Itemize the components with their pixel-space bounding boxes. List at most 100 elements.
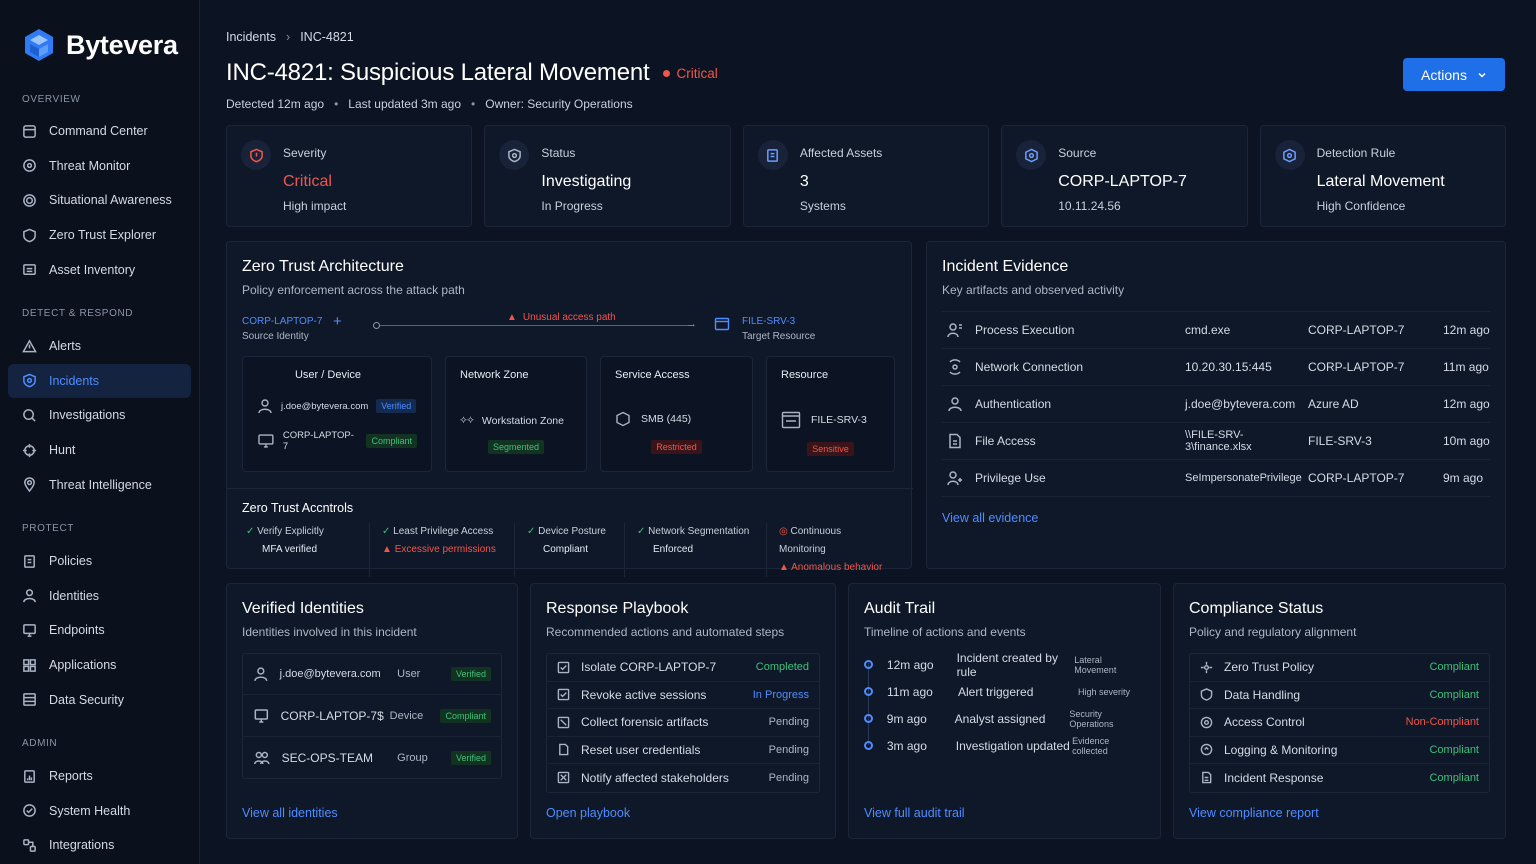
plus-icon[interactable]: + (333, 313, 342, 330)
compliance-row[interactable]: Data Handling Compliant (1190, 682, 1489, 709)
panel-title: Audit Trail (864, 600, 936, 617)
compliance-row[interactable]: Access Control Non-Compliant (1190, 709, 1489, 737)
control-name: Device Posture (538, 526, 606, 537)
control-sub: Compliant (543, 544, 589, 555)
nav-label: Situational Awareness (49, 193, 172, 208)
nav-data-security[interactable]: Data Security (8, 682, 191, 717)
nav-threat-monitor[interactable]: Threat Monitor (8, 149, 191, 184)
stat-affected-assets: Affected Assets 3 Systems (742, 125, 990, 227)
nav-endpoints[interactable]: Endpoints (8, 613, 191, 648)
nav-asset-inventory[interactable]: Asset Inventory (8, 252, 191, 287)
playbook-step[interactable]: Isolate CORP-LAPTOP-7 Completed (547, 654, 819, 682)
compliance-row[interactable]: Zero Trust Policy Compliant (1190, 654, 1489, 682)
evidence-row[interactable]: Process Execution cmd.exe CORP-LAPTOP-7 12m… (942, 312, 1490, 349)
nav-identities[interactable]: Identities (8, 579, 191, 614)
breadcrumb-parent[interactable]: Incidents (226, 30, 276, 44)
stat-detection-rule: Detection Rule Lateral Movement High Confi… (1259, 125, 1507, 227)
document-icon (1202, 771, 1212, 784)
panel-subtitle: Timeline of actions and events (864, 625, 1026, 639)
nav-hunt[interactable]: Hunt (8, 433, 191, 468)
evidence-type: File Access (975, 434, 1036, 448)
nav-reports[interactable]: Reports (8, 759, 191, 794)
nav-applications[interactable]: Applications (8, 648, 191, 683)
view-all-identities-link[interactable]: View all identities (242, 806, 338, 820)
compliance-name: Incident Response (1224, 770, 1324, 785)
nav-command-center[interactable]: Command Center (8, 114, 191, 149)
status-dot-icon (663, 69, 671, 77)
nav-incidents[interactable]: Incidents (8, 363, 191, 399)
panel-title: Incident Evidence (942, 258, 1069, 275)
updated-time: Last updated 3m ago (348, 97, 462, 111)
nav-situational-awareness[interactable]: Situational Awareness (8, 183, 191, 218)
compliance-row[interactable]: Incident Response Compliant (1190, 764, 1489, 792)
nav-zero-trust-explorer[interactable]: Zero Trust Explorer (8, 218, 191, 253)
bullet: • (471, 97, 476, 111)
target-host[interactable]: FILE-SRV-3 (742, 316, 795, 327)
step-status: Completed (755, 661, 809, 674)
path-start-dot (373, 322, 380, 329)
evidence-type: Authentication (975, 397, 1052, 411)
nav-integrations[interactable]: Integrations (8, 828, 191, 863)
playbook-step[interactable]: Revoke active sessions In Progress (547, 682, 819, 709)
evidence-host: CORP-LAPTOP-7 (1308, 471, 1405, 485)
compliance-panel: Compliance Status Policy and regulatory … (1173, 583, 1506, 839)
warning-icon: ▲ (507, 312, 517, 323)
playbook-step[interactable]: Notify affected stakeholders Pending (547, 764, 819, 792)
control-name: Least Privilege Access (393, 526, 494, 537)
playbook-step[interactable]: Reset user credentials Pending (547, 737, 819, 764)
stat-cards: Severity Critical High impact Status Invest… (226, 125, 1507, 227)
panel-title: Compliance Status (1189, 600, 1324, 617)
evidence-row[interactable]: Privilege Use SeImpersonatePrivilege CORP-… (942, 460, 1490, 497)
nav-system-health[interactable]: System Health (8, 794, 191, 829)
audit-panel: Audit Trail Timeline of actions and even… (848, 583, 1161, 839)
compliance-name: Access Control (1224, 715, 1305, 730)
audit-event[interactable]: 3m ago Investigation updated Evidence coll… (864, 732, 1145, 759)
laptop-icon (254, 708, 269, 723)
identity-row[interactable]: j.doe@bytevera.com User Verified (243, 654, 501, 695)
playbook-step[interactable]: Collect forensic artifacts Pending (547, 709, 819, 737)
actions-button[interactable]: Actions (1403, 58, 1505, 91)
audit-event-label: Investigation updated (955, 738, 1070, 753)
identity-row[interactable]: SEC-OPS-TEAM Group Verified (243, 737, 501, 778)
document-icon (559, 743, 569, 756)
brand-logo[interactable]: Bytevera (8, 26, 191, 64)
warning-icon (22, 339, 37, 353)
nav-label: Integrations (49, 838, 115, 853)
audit-event[interactable]: 9m ago Analyst assigned Security Operation… (864, 705, 1145, 732)
panel-title: Verified Identities (242, 600, 364, 617)
identity-row[interactable]: CORP-LAPTOP-7$ Device Compliant (243, 695, 501, 737)
step-status: Pending (768, 716, 809, 729)
evidence-detail: cmd.exe (1185, 323, 1231, 337)
nav-threat-intelligence[interactable]: Threat Intelligence (8, 467, 191, 502)
view-audit-trail-link[interactable]: View full audit trail (864, 806, 965, 820)
open-playbook-link[interactable]: Open playbook (546, 806, 630, 820)
control-least-privilege: ✓ Least Privilege Access ▲ Excessive perm… (370, 523, 515, 577)
report-icon (24, 769, 35, 783)
playbook-steps: Isolate CORP-LAPTOP-7 Completed Revoke ac… (546, 653, 820, 793)
nav-policies[interactable]: Policies (8, 544, 191, 579)
evidence-row[interactable]: File Access \\FILE-SRV-3\finance.xlsx FILE… (942, 423, 1490, 460)
nav-investigations[interactable]: Investigations (8, 398, 191, 433)
nav-section-admin: ADMIN (22, 738, 58, 750)
identity-name: CORP-LAPTOP-7$ (280, 708, 384, 723)
compliance-status: Compliant (1429, 661, 1479, 674)
nav-alerts[interactable]: Alerts (8, 329, 191, 364)
view-all-evidence-link[interactable]: View all evidence (942, 511, 1490, 525)
step-label: Notify affected stakeholders (581, 770, 729, 785)
evidence-row[interactable]: Authentication j.doe@bytevera.com Azure AD… (942, 386, 1490, 423)
shield-icon (23, 228, 36, 242)
service-value: SMB (445) (641, 413, 692, 425)
control-device-posture: ✓ Device Posture Compliant (515, 523, 625, 577)
view-compliance-report-link[interactable]: View compliance report (1189, 806, 1319, 820)
panel-subtitle: Policy enforcement across the attack pat… (242, 283, 465, 297)
evidence-detail: 10.20.30.15:445 (1185, 360, 1272, 374)
audit-event[interactable]: 11m ago Alert triggered High severity (864, 678, 1145, 705)
warning-icon: ▲ (382, 544, 392, 555)
compliance-row[interactable]: Logging & Monitoring Compliant (1190, 737, 1489, 764)
source-icon (1024, 148, 1038, 162)
evidence-row[interactable]: Network Connection 10.20.30.15:445 CORP-LA… (942, 349, 1490, 386)
audit-event[interactable]: 12m ago Incident created by rule Lateral M… (864, 651, 1145, 679)
source-host[interactable]: CORP-LAPTOP-7 (242, 316, 322, 327)
compliance-status: Compliant (1429, 771, 1479, 784)
monitoring-icon (1200, 743, 1213, 756)
